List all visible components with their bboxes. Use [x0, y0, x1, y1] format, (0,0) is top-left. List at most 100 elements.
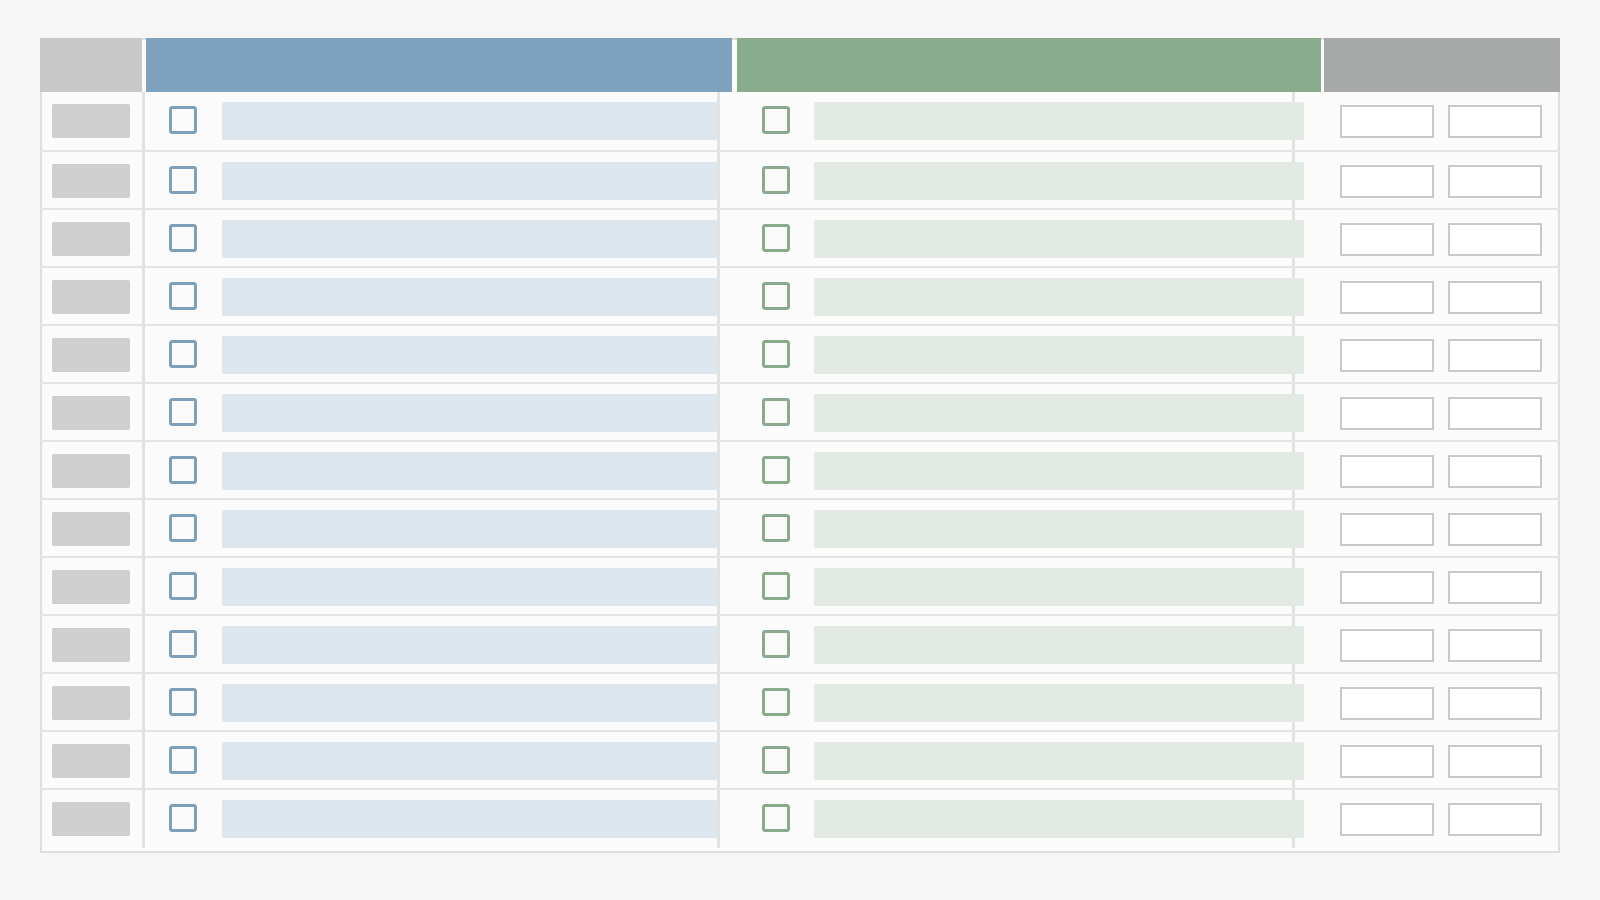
group-b-text-field[interactable] [814, 568, 1304, 606]
action-input-1[interactable] [1340, 803, 1434, 836]
header-actions [1324, 38, 1560, 92]
action-input-2[interactable] [1448, 455, 1542, 488]
group-a-text-field[interactable] [222, 394, 717, 432]
checkbox-icon[interactable] [762, 282, 790, 310]
group-a-text-field[interactable] [222, 800, 717, 838]
checkbox-icon[interactable] [169, 572, 197, 600]
action-input-1[interactable] [1340, 165, 1434, 198]
checkbox-icon[interactable] [762, 688, 790, 716]
column-divider [717, 92, 720, 150]
group-b-text-field[interactable] [814, 510, 1304, 548]
action-input-2[interactable] [1448, 397, 1542, 430]
group-b-text-field[interactable] [814, 742, 1304, 780]
checkbox-icon[interactable] [169, 106, 197, 134]
action-input-1[interactable] [1340, 571, 1434, 604]
row-index-cell [52, 396, 130, 430]
checkbox-icon[interactable] [762, 514, 790, 542]
checkbox-icon[interactable] [169, 630, 197, 658]
row-index-cell [52, 686, 130, 720]
group-a-text-field[interactable] [222, 684, 717, 722]
action-input-1[interactable] [1340, 223, 1434, 256]
action-input-2[interactable] [1448, 105, 1542, 138]
group-a-text-field[interactable] [222, 162, 717, 200]
action-input-2[interactable] [1448, 223, 1542, 256]
checkbox-icon[interactable] [169, 456, 197, 484]
checkbox-icon[interactable] [169, 398, 197, 426]
action-input-1[interactable] [1340, 105, 1434, 138]
action-input-1[interactable] [1340, 687, 1434, 720]
row-index-cell [52, 744, 130, 778]
group-b-text-field[interactable] [814, 102, 1304, 140]
column-divider [717, 790, 720, 848]
group-a-text-field[interactable] [222, 278, 717, 316]
action-input-1[interactable] [1340, 455, 1434, 488]
checkbox-icon[interactable] [762, 804, 790, 832]
group-a-text-field[interactable] [222, 102, 717, 140]
page [0, 0, 1600, 900]
group-a-text-field[interactable] [222, 742, 717, 780]
header-group-b [737, 38, 1321, 92]
action-input-2[interactable] [1448, 687, 1542, 720]
action-input-1[interactable] [1340, 339, 1434, 372]
group-a-text-field[interactable] [222, 510, 717, 548]
checkbox-icon[interactable] [762, 746, 790, 774]
checkbox-icon[interactable] [762, 106, 790, 134]
column-divider [142, 674, 145, 732]
row-index-cell [52, 164, 130, 198]
action-input-2[interactable] [1448, 281, 1542, 314]
action-input-1[interactable] [1340, 629, 1434, 662]
group-a-text-field[interactable] [222, 220, 717, 258]
checkbox-icon[interactable] [169, 746, 197, 774]
group-b-text-field[interactable] [814, 394, 1304, 432]
action-input-1[interactable] [1340, 513, 1434, 546]
group-b-text-field[interactable] [814, 800, 1304, 838]
group-a-text-field[interactable] [222, 452, 717, 490]
checkbox-icon[interactable] [169, 340, 197, 368]
action-input-2[interactable] [1448, 629, 1542, 662]
checkbox-icon[interactable] [762, 224, 790, 252]
column-divider [717, 732, 720, 790]
column-divider [717, 616, 720, 674]
group-b-text-field[interactable] [814, 684, 1304, 722]
group-b-text-field[interactable] [814, 452, 1304, 490]
action-input-2[interactable] [1448, 339, 1542, 372]
column-divider [142, 500, 145, 558]
column-divider [717, 152, 720, 210]
checkbox-icon[interactable] [169, 804, 197, 832]
checkbox-icon[interactable] [762, 398, 790, 426]
action-input-2[interactable] [1448, 513, 1542, 546]
column-divider [717, 674, 720, 732]
action-input-2[interactable] [1448, 165, 1542, 198]
group-a-text-field[interactable] [222, 626, 717, 664]
checkbox-icon[interactable] [762, 572, 790, 600]
action-input-1[interactable] [1340, 281, 1434, 314]
group-b-text-field[interactable] [814, 162, 1304, 200]
table-header [40, 38, 1560, 92]
row-index-cell [52, 454, 130, 488]
checkbox-icon[interactable] [169, 224, 197, 252]
checkbox-icon[interactable] [762, 340, 790, 368]
action-input-2[interactable] [1448, 803, 1542, 836]
checkbox-icon[interactable] [762, 630, 790, 658]
checkbox-icon[interactable] [169, 514, 197, 542]
checkbox-icon[interactable] [169, 282, 197, 310]
action-input-2[interactable] [1448, 571, 1542, 604]
group-b-text-field[interactable] [814, 278, 1304, 316]
checkbox-icon[interactable] [169, 166, 197, 194]
action-input-1[interactable] [1340, 745, 1434, 778]
group-b-text-field[interactable] [814, 336, 1304, 374]
table-row [40, 730, 1560, 790]
group-a-text-field[interactable] [222, 568, 717, 606]
action-input-2[interactable] [1448, 745, 1542, 778]
column-divider [142, 732, 145, 790]
checkbox-icon[interactable] [169, 688, 197, 716]
group-b-text-field[interactable] [814, 626, 1304, 664]
action-input-1[interactable] [1340, 397, 1434, 430]
row-index-cell [52, 628, 130, 662]
checkbox-icon[interactable] [762, 456, 790, 484]
group-a-text-field[interactable] [222, 336, 717, 374]
column-divider [142, 558, 145, 616]
group-b-text-field[interactable] [814, 220, 1304, 258]
checkbox-icon[interactable] [762, 166, 790, 194]
table-row [40, 208, 1560, 268]
